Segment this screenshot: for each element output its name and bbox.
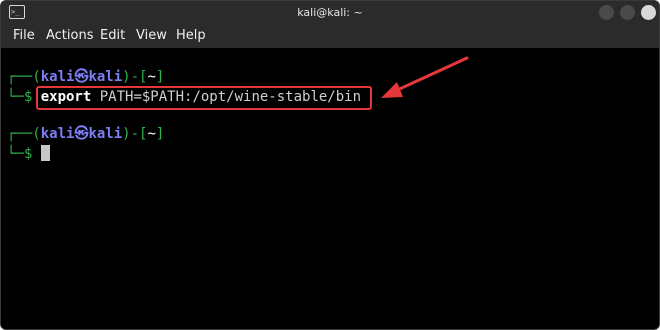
minimize-button[interactable]: [599, 5, 614, 20]
menu-bar: File Actions Edit View Help: [1, 24, 659, 48]
menu-edit[interactable]: Edit: [100, 24, 125, 48]
terminal-output[interactable]: ┌──(kali㉿kali)-[~] └─$ export PATH=$PATH…: [1, 48, 659, 329]
menu-help[interactable]: Help: [176, 24, 206, 48]
maximize-button[interactable]: [620, 5, 635, 20]
title-bar: >_ kali@kali: ~: [1, 1, 659, 24]
menu-actions[interactable]: Actions: [46, 24, 94, 48]
annotation-arrow-icon: [381, 56, 469, 98]
window-title: kali@kali: ~: [297, 6, 363, 19]
terminal-window: >_ kali@kali: ~ File Actions Edit View H…: [0, 0, 660, 330]
close-button[interactable]: [641, 5, 656, 20]
menu-view[interactable]: View: [136, 24, 167, 48]
menu-file[interactable]: File: [13, 24, 35, 48]
